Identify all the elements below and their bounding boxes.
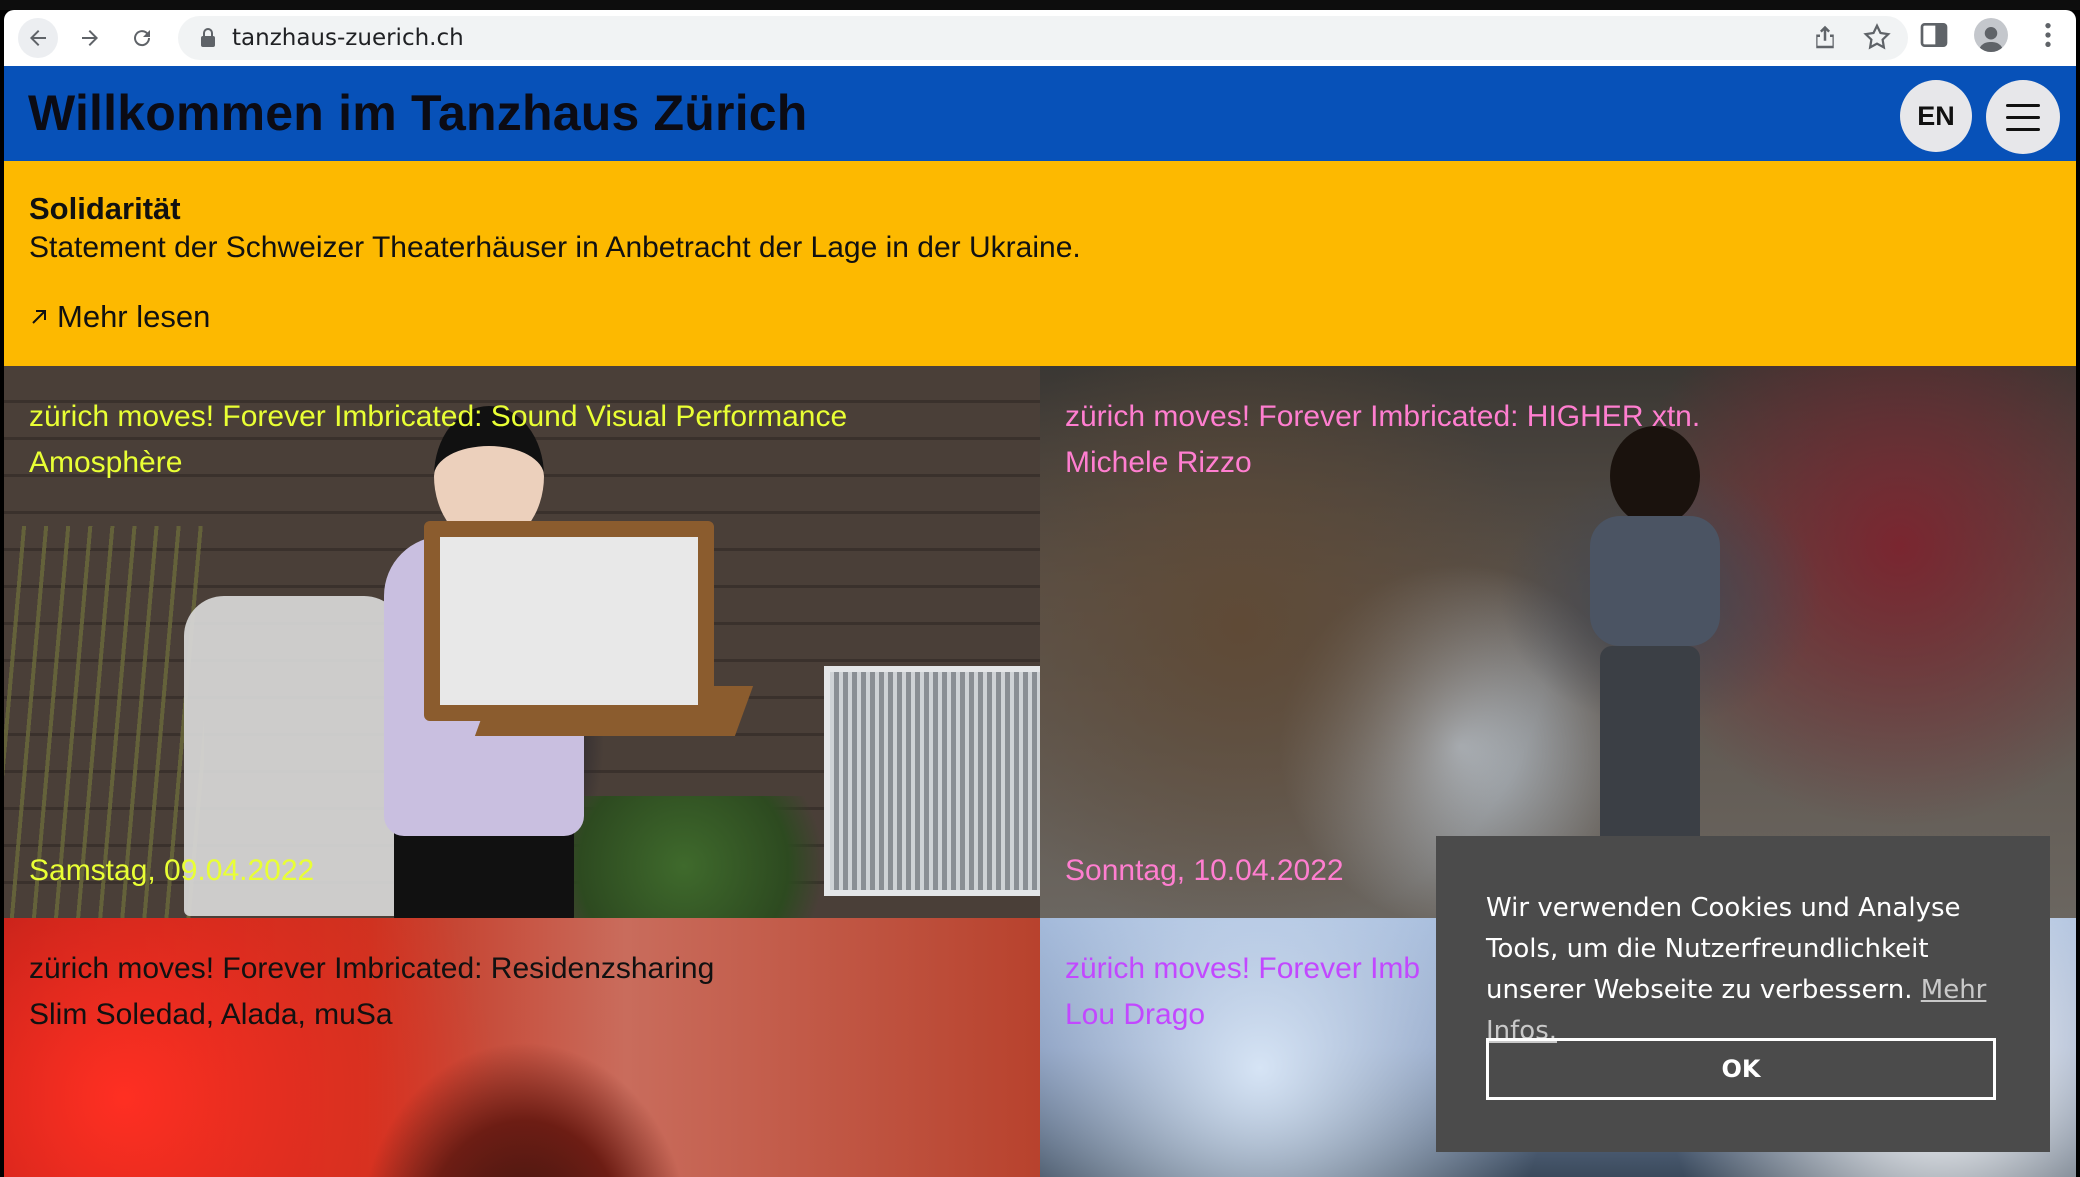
event-artist: Slim Soledad, Alada, muSa (29, 998, 393, 1031)
event-title: zürich moves! Forever Imb (1065, 952, 1421, 985)
banner-text: Statement der Schweizer Theaterhäuser in… (29, 231, 1081, 264)
event-heading: zürich moves! Forever Imbricated: Sound … (29, 394, 847, 486)
event-date: Samstag, 09.04.2022 (29, 854, 315, 887)
cookie-message: Wir verwenden Cookies und Analyse Tools,… (1486, 888, 2006, 1052)
event-tile[interactable]: zürich moves! Forever Imbricated: Reside… (4, 918, 1040, 1177)
reload-icon (134, 30, 151, 47)
cookie-text: Wir verwenden Cookies und Analyse Tools,… (1486, 893, 1961, 1005)
arrow-left-icon (30, 30, 46, 46)
forward-button[interactable] (70, 18, 110, 58)
fan-image (824, 666, 1040, 896)
dancer-torso-image (1590, 516, 1720, 646)
bookmark-star-icon[interactable] (1862, 22, 1892, 52)
cookie-consent-dialog: Wir verwenden Cookies und Analyse Tools,… (1436, 836, 2050, 1152)
synth-image (424, 521, 714, 721)
browser-toolbar: tanzhaus-zuerich.ch (4, 10, 2076, 66)
event-artist: Michele Rizzo (1065, 446, 1252, 479)
address-bar-actions (1810, 22, 1892, 52)
person-icon (1978, 27, 2004, 52)
menu-button[interactable] (1986, 80, 2060, 154)
event-title: zürich moves! Forever Imbricated: Sound … (29, 400, 848, 433)
event-heading: zürich moves! Forever Imb Lou Drago (1065, 946, 1420, 1038)
event-date: Sonntag, 10.04.2022 (1065, 854, 1344, 887)
lock-icon (201, 28, 215, 47)
more-vertical-icon[interactable] (2032, 19, 2064, 51)
language-button[interactable]: EN (1900, 80, 1972, 152)
side-panel-icon[interactable] (1918, 19, 1950, 51)
cookie-ok-button[interactable]: OK (1486, 1038, 1996, 1100)
back-button[interactable] (18, 18, 58, 58)
browser-actions (1918, 18, 2064, 52)
site-title[interactable]: Willkommen im Tanzhaus Zürich (28, 84, 808, 142)
event-title: zürich moves! Forever Imbricated: HIGHER… (1065, 400, 1701, 433)
address-bar[interactable]: tanzhaus-zuerich.ch (178, 16, 1908, 60)
hamburger-line (2006, 115, 2040, 119)
window-top-bar (0, 0, 2080, 10)
solidarity-banner: Solidarität Statement der Schweizer Thea… (4, 161, 2076, 366)
event-heading: zürich moves! Forever Imbricated: Reside… (29, 946, 714, 1038)
url-text: tanzhaus-zuerich.ch (232, 25, 464, 51)
event-artist: Amosphère (29, 446, 183, 479)
dancer-image (1560, 426, 1740, 906)
event-title: zürich moves! Forever Imbricated: Reside… (29, 952, 715, 985)
hamburger-line (2006, 127, 2040, 131)
event-artist: Lou Drago (1065, 998, 1206, 1031)
event-tile[interactable]: zürich moves! Forever Imbricated: Sound … (4, 366, 1040, 918)
banner-title: Solidarität (29, 191, 181, 226)
profile-avatar[interactable] (1974, 18, 2008, 52)
event-heading: zürich moves! Forever Imbricated: HIGHER… (1065, 394, 1700, 486)
read-more-link[interactable]: Mehr lesen (29, 299, 210, 335)
reload-button[interactable] (122, 18, 162, 58)
site-header: Willkommen im Tanzhaus Zürich EN (4, 66, 2076, 161)
share-icon[interactable] (1810, 22, 1840, 52)
read-more-label: Mehr lesen (57, 299, 211, 334)
arrow-right-icon (82, 30, 98, 46)
arrow-up-right-icon (32, 310, 46, 324)
hamburger-line (2006, 103, 2040, 107)
